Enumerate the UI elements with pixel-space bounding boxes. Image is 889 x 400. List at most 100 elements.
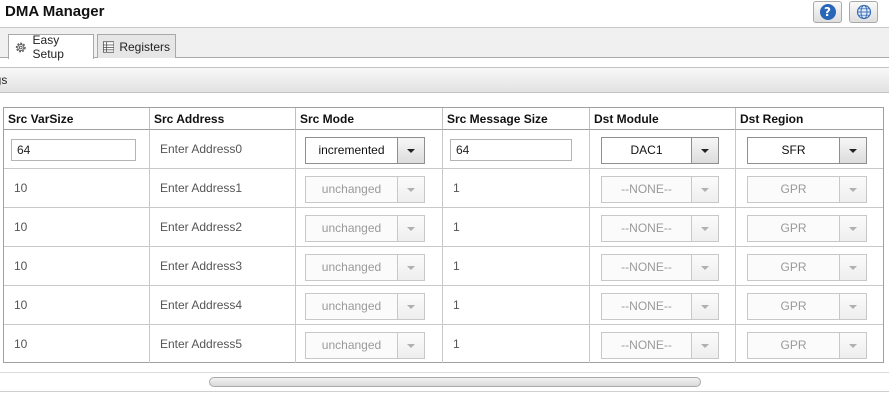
chevron-down-icon — [849, 304, 857, 309]
cell-src-address[interactable]: Enter Address5 — [150, 325, 296, 363]
cell-src-address[interactable]: Enter Address2 — [150, 208, 296, 246]
dropdown-button[interactable] — [691, 138, 718, 163]
dst-region-value: GPR — [780, 221, 807, 235]
cell-src-message-size[interactable]: 1 — [443, 286, 590, 324]
src-mode-dropdown: unchanged — [305, 176, 425, 203]
src-message-size-text: 1 — [453, 181, 460, 195]
dropdown-button — [397, 255, 424, 280]
help-button[interactable]: ? — [813, 1, 842, 23]
cell-src-mode: unchanged — [296, 286, 443, 324]
src-address-text: Enter Address3 — [160, 259, 243, 273]
dst-module-value: --NONE-- — [621, 338, 672, 352]
cell-src-varsize[interactable]: 10 — [4, 325, 150, 363]
dropdown-button — [397, 294, 424, 319]
dropdown-button — [691, 255, 718, 280]
cell-src-message-size[interactable]: 1 — [443, 208, 590, 246]
dropdown-button — [691, 333, 718, 358]
cell-src-message-size[interactable]: 1 — [443, 325, 590, 363]
registers-table-icon — [103, 40, 115, 53]
col-header-src-varsize: Src VarSize — [4, 108, 150, 130]
dropdown-button — [839, 333, 866, 358]
chevron-down-icon — [849, 343, 857, 348]
globe-button[interactable] — [849, 1, 878, 23]
cell-src-varsize[interactable]: 10 — [4, 247, 150, 285]
dst-region-value: SFR — [781, 143, 806, 157]
dst-region-dropdown[interactable]: SFR — [747, 137, 867, 164]
section-title: ngs — [0, 73, 8, 87]
dst-region-value: GPR — [780, 299, 807, 313]
src-message-size-text: 1 — [453, 259, 460, 273]
scrollbar-thumb[interactable] — [209, 377, 701, 387]
cell-dst-module: --NONE-- — [590, 169, 736, 207]
cell-src-varsize[interactable]: 10 — [4, 286, 150, 324]
chevron-down-icon — [849, 226, 857, 231]
dropdown-button — [397, 177, 424, 202]
src-mode-value: unchanged — [321, 299, 382, 313]
dst-module-dropdown: --NONE-- — [601, 215, 719, 242]
src-mode-value: incremented — [318, 143, 385, 157]
dst-region-dropdown: GPR — [747, 293, 867, 320]
chevron-down-icon — [407, 265, 415, 270]
cell-dst-region: GPR — [736, 169, 883, 207]
cell-src-address[interactable]: Enter Address0 — [150, 130, 296, 168]
dropdown-button — [839, 216, 866, 241]
cell-src-varsize[interactable]: 10 — [4, 169, 150, 207]
cell-src-message-size[interactable]: 1 — [443, 247, 590, 285]
chevron-down-icon — [407, 226, 415, 231]
table-row: 10 Enter Address5 unchanged 1 --NONE-- G… — [4, 325, 883, 364]
src-mode-dropdown[interactable]: incremented — [305, 137, 425, 164]
cell-dst-region: GPR — [736, 286, 883, 324]
col-header-dst-module: Dst Module — [590, 108, 736, 130]
dropdown-button — [839, 255, 866, 280]
dst-module-dropdown: --NONE-- — [601, 176, 719, 203]
col-header-src-address: Src Address — [150, 108, 296, 130]
tab-registers[interactable]: Registers — [97, 34, 176, 58]
dropdown-button — [691, 294, 718, 319]
cell-src-varsize[interactable]: 10 — [4, 208, 150, 246]
dropdown-button — [691, 177, 718, 202]
dst-region-value: GPR — [780, 260, 807, 274]
dropdown-button — [397, 333, 424, 358]
dst-module-dropdown[interactable]: DAC1 — [601, 137, 719, 164]
src-message-size-input[interactable] — [450, 139, 572, 161]
bottom-divider — [0, 391, 889, 400]
src-message-size-text: 1 — [453, 298, 460, 312]
dst-module-value: DAC1 — [630, 143, 663, 157]
col-header-src-mode: Src Mode — [296, 108, 443, 130]
src-varsize-text: 10 — [14, 259, 28, 273]
src-address-text: Enter Address2 — [160, 220, 243, 234]
cell-dst-module: --NONE-- — [590, 325, 736, 363]
chevron-down-icon — [701, 343, 709, 348]
help-icon: ? — [819, 4, 836, 20]
cell-dst-module: --NONE-- — [590, 286, 736, 324]
dst-region-value: GPR — [780, 182, 807, 196]
dst-module-value: --NONE-- — [621, 182, 672, 196]
src-varsize-text: 10 — [14, 337, 28, 351]
src-mode-value: unchanged — [321, 182, 382, 196]
tab-strip: Easy Setup Registers — [0, 28, 889, 61]
src-mode-dropdown: unchanged — [305, 332, 425, 359]
cell-src-mode: unchanged — [296, 208, 443, 246]
src-varsize-input[interactable] — [11, 139, 136, 161]
horizontal-scrollbar[interactable] — [0, 372, 889, 390]
tab-easy-setup[interactable]: Easy Setup — [8, 33, 94, 61]
cell-dst-region: GPR — [736, 247, 883, 285]
title-bar: DMA Manager ? — [0, 0, 889, 28]
cell-src-address[interactable]: Enter Address4 — [150, 286, 296, 324]
cell-dst-module: DAC1 — [590, 130, 736, 168]
chevron-down-icon — [407, 343, 415, 348]
dst-region-dropdown: GPR — [747, 215, 867, 242]
section-header: ngs — [0, 67, 889, 93]
src-varsize-text: 10 — [14, 181, 28, 195]
cell-src-address[interactable]: Enter Address3 — [150, 247, 296, 285]
tab-registers-label: Registers — [119, 39, 170, 54]
cell-src-message-size[interactable]: 1 — [443, 169, 590, 207]
dst-region-dropdown: GPR — [747, 254, 867, 281]
chevron-down-icon — [701, 148, 709, 153]
cell-src-address[interactable]: Enter Address1 — [150, 169, 296, 207]
dropdown-button[interactable] — [839, 138, 866, 163]
chevron-down-icon — [701, 226, 709, 231]
chevron-down-icon — [849, 148, 857, 153]
dropdown-button[interactable] — [397, 138, 424, 163]
dst-module-dropdown: --NONE-- — [601, 254, 719, 281]
